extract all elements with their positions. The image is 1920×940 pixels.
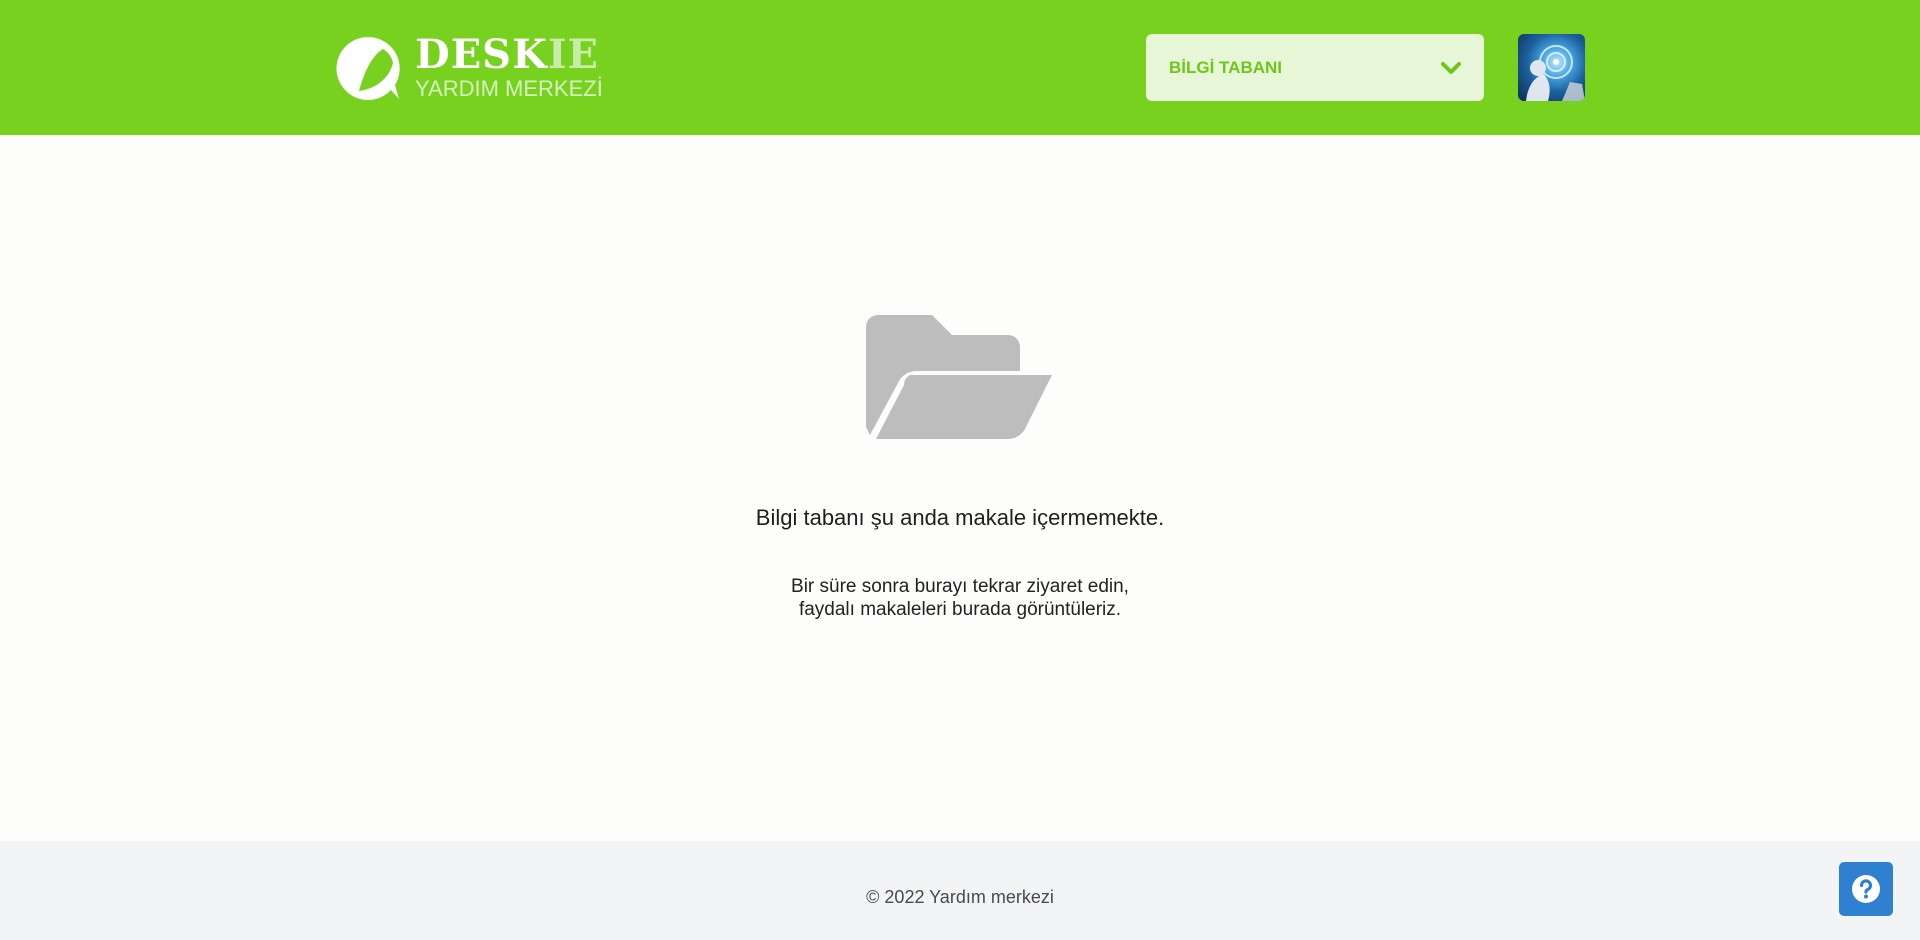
question-circle-icon xyxy=(1852,875,1880,903)
empty-state-description-line: Bir süre sonra burayı tekrar ziyaret edi… xyxy=(791,576,1129,597)
copyright-text: © 2022 Yardım merkezi xyxy=(866,887,1054,907)
logo-text: DESKIE YARDIM MERKEZİ xyxy=(415,35,603,101)
main-content: Bilgi tabanı şu anda makale içermemekte.… xyxy=(0,135,1920,841)
knowledge-base-select-label: BİLGİ TABANI xyxy=(1169,57,1283,77)
empty-state-description-line: faydalı makaleleri burada görüntüleriz. xyxy=(798,599,1122,620)
folder-open-icon xyxy=(866,315,1052,439)
chat-bubble-logo-icon xyxy=(336,36,400,100)
knowledge-base-select[interactable]: BİLGİ TABANI xyxy=(1146,34,1484,101)
brand-name: DESKIE xyxy=(415,31,600,78)
logo[interactable]: DESKIE YARDIM MERKEZİ xyxy=(335,34,603,102)
chevron-down-icon xyxy=(1441,61,1461,74)
empty-state-title: Bilgi tabanı şu anda makale içermemekte. xyxy=(755,505,1165,530)
help-button[interactable] xyxy=(1839,862,1893,916)
empty-state-description: Bir süre sonra burayı tekrar ziyaret edi… xyxy=(0,575,1920,621)
brand-subtitle: YARDIM MERKEZİ xyxy=(415,76,603,101)
site-footer: © 2022 Yardım merkezi xyxy=(0,841,1920,940)
user-avatar xyxy=(1526,45,1585,101)
avatar[interactable] xyxy=(1518,34,1585,101)
site-header: DESKIE YARDIM MERKEZİ BİLGİ TABANI xyxy=(0,0,1920,135)
